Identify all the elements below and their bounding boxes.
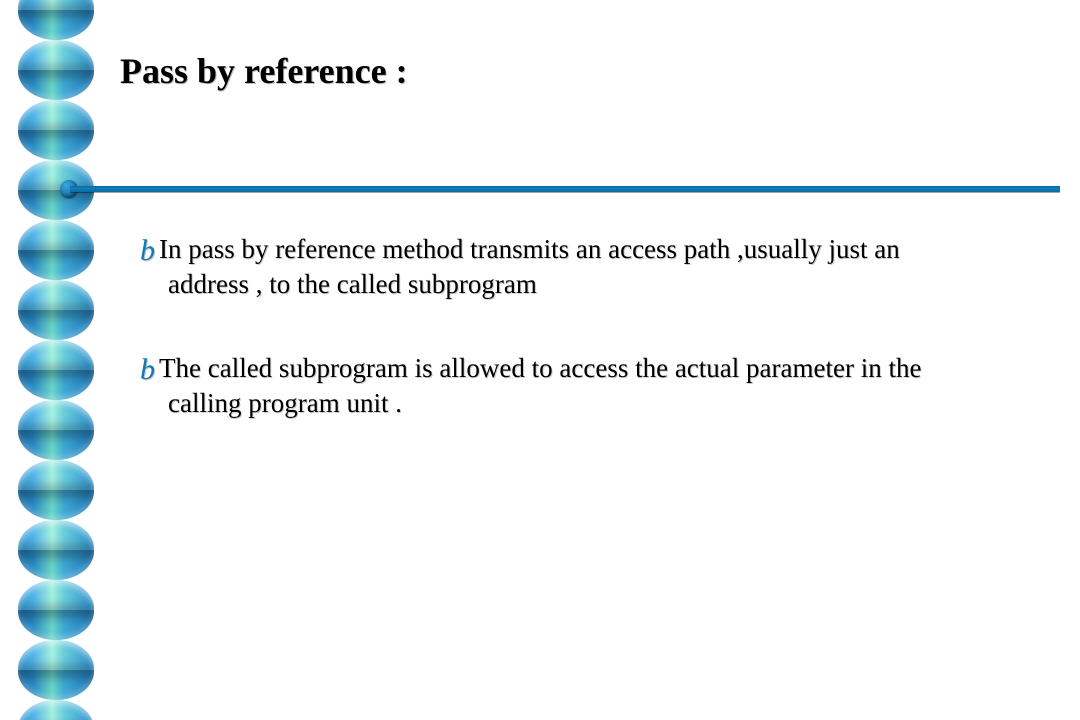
- bullet-text-line2: calling program unit .: [168, 387, 1050, 421]
- list-item: bIn pass by reference method transmits a…: [140, 230, 1050, 301]
- slide-content: Pass by reference :: [120, 50, 1064, 92]
- title-underline: [60, 184, 1060, 196]
- bullet-icon: b: [140, 351, 155, 389]
- bullet-text-line1: In pass by reference method transmits an…: [159, 234, 900, 264]
- underline-bar: [70, 186, 1060, 192]
- slide-title: Pass by reference :: [120, 50, 1064, 92]
- bullet-list: bIn pass by reference method transmits a…: [140, 230, 1050, 469]
- bullet-text-line2: address , to the called subprogram: [168, 268, 1050, 302]
- spiral-binding: [18, 0, 98, 720]
- bullet-text-line1: The called subprogram is allowed to acce…: [159, 353, 921, 383]
- bullet-icon: b: [140, 232, 155, 270]
- list-item: bThe called subprogram is allowed to acc…: [140, 349, 1050, 420]
